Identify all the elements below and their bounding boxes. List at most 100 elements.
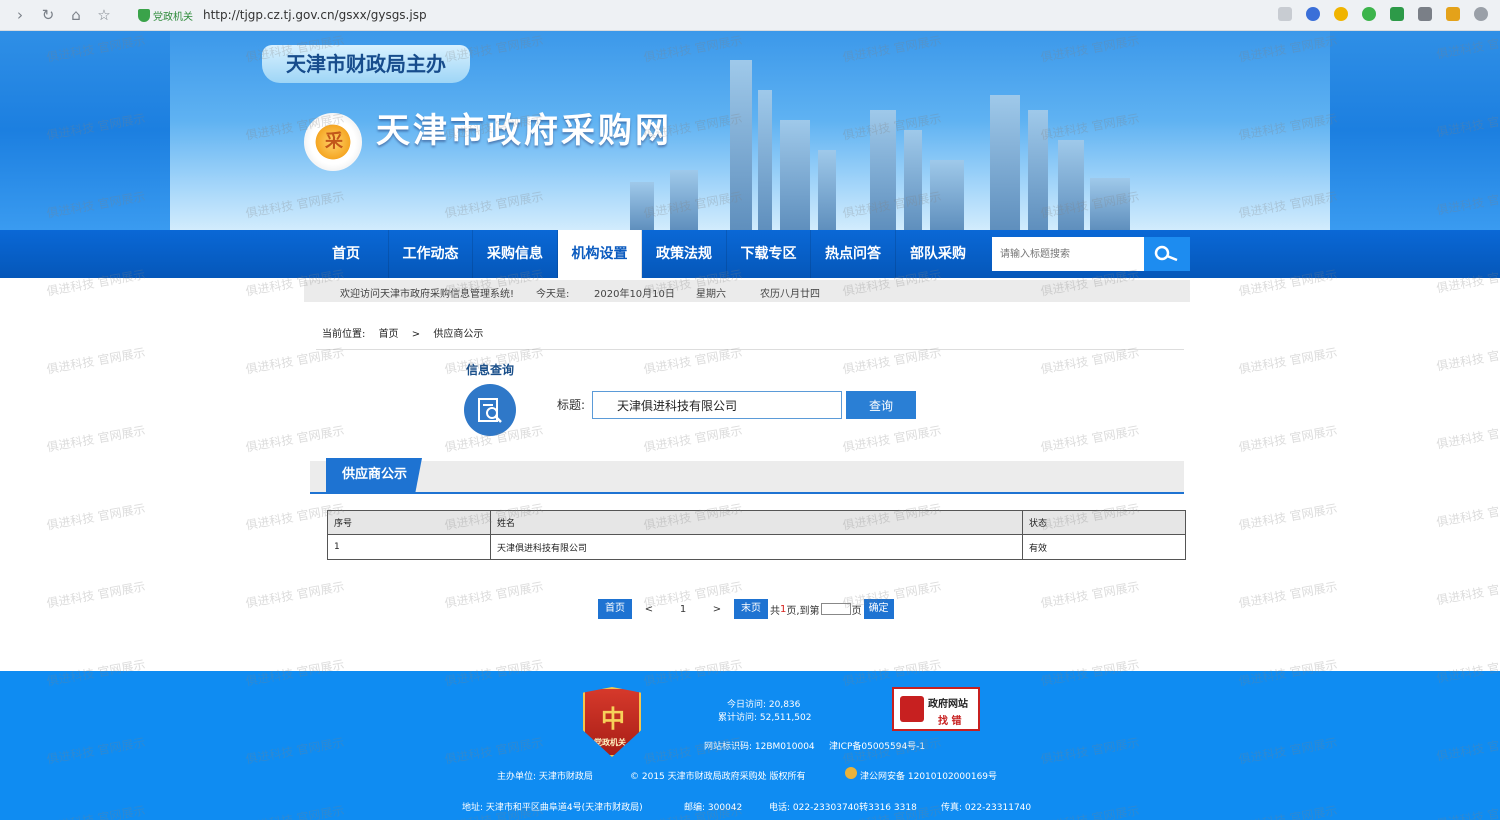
section-header-bar <box>310 461 1184 493</box>
nav-item-faq[interactable]: 热点问答 <box>811 230 896 278</box>
party-gov-badge-icon[interactable]: 中 党政机关 <box>583 687 641 757</box>
site-footer: 中 党政机关 今日访问: 20,836 累计访问: 52,511,502 政府网… <box>0 671 1500 820</box>
search-icon <box>1154 245 1178 262</box>
pagination: 首页 < 1 > 末页 共 1 页,到第 页 确定 <box>598 599 894 619</box>
undo-icon[interactable] <box>1474 7 1488 21</box>
watermark-text: 俱进科技 官网展示 <box>1435 424 1500 452</box>
nav-item-work-news[interactable]: 工作动态 <box>389 230 473 278</box>
watermark-text: 俱进科技 官网展示 <box>1237 579 1339 611</box>
watermark-text: 俱进科技 官网展示 <box>1435 580 1500 608</box>
scissors-icon[interactable] <box>1390 7 1404 21</box>
watermark-text: 俱进科技 官网展示 <box>443 579 545 611</box>
police-record[interactable]: 津公网安备 12010102000169号 <box>860 769 997 782</box>
column-header-index: 序号 <box>327 510 491 535</box>
refresh-icon[interactable]: ↻ <box>40 7 56 23</box>
gov-badge-line1: 政府网站 <box>928 699 968 710</box>
address-bar[interactable]: http://tjgp.cz.tj.gov.cn/gsxx/gysgs.jsp <box>203 8 427 22</box>
site-logo-icon: 采 <box>304 113 362 171</box>
host-unit: 主办单位: 天津市财政局 <box>497 772 593 782</box>
gov-site-badge-label: 党政机关 <box>153 11 193 23</box>
site-search-input[interactable] <box>992 237 1144 271</box>
site-id: 网站标识码: 12BM010004 <box>704 742 815 752</box>
today-label: 今天是: <box>536 289 570 300</box>
watermark-text: 俱进科技 官网展示 <box>1237 501 1339 533</box>
nav-items: 首页 工作动态 采购信息 机构设置 政策法规 下载专区 热点问答 部队采购 <box>304 230 980 278</box>
watermark-text: 俱进科技 官网展示 <box>244 579 346 611</box>
breadcrumb-separator: > <box>411 329 421 340</box>
icp-number[interactable]: 津ICP备05005594号-1 <box>829 739 925 752</box>
site-title: 天津市政府采购网 <box>376 111 672 151</box>
nav-item-procurement-info[interactable]: 采购信息 <box>473 230 558 278</box>
site-logo-char: 采 <box>325 131 343 152</box>
nav-item-military[interactable]: 部队采购 <box>896 230 980 278</box>
today-weekday: 星期六 <box>696 289 726 300</box>
watermark-text: 俱进科技 官网展示 <box>1237 345 1339 377</box>
nav-item-policy[interactable]: 政策法规 <box>642 230 727 278</box>
total-prefix: 共 <box>770 605 780 617</box>
home-icon[interactable]: ⌂ <box>68 7 84 23</box>
page-number[interactable]: 1 <box>666 604 700 615</box>
watermark-text: 俱进科技 官网展示 <box>1435 346 1500 374</box>
query-button[interactable]: 查询 <box>846 391 916 419</box>
table-row: 1 天津俱进科技有限公司 有效 <box>327 534 1186 560</box>
welcome-greeting: 欢迎访问天津市政府采购信息管理系统! <box>340 289 515 300</box>
party-badge-label: 党政机关 <box>594 738 626 747</box>
column-header-name: 姓名 <box>490 510 1023 535</box>
address: 地址: 天津市和平区曲阜道4号(天津市财政局) <box>462 803 643 813</box>
cell-name[interactable]: 天津俱进科技有限公司 <box>490 534 1023 560</box>
gov-badge-line2: 找 错 <box>938 716 962 727</box>
watermark-text: 俱进科技 官网展示 <box>45 579 147 611</box>
gamepad-icon[interactable] <box>1418 7 1432 21</box>
watermark-text: 俱进科技 官网展示 <box>45 345 147 377</box>
browser-toolbar: › ↻ ⌂ ☆ 党政机关 http://tjgp.cz.tj.gov.cn/gs… <box>0 0 1500 31</box>
first-page-button[interactable]: 首页 <box>598 599 632 619</box>
coin-icon[interactable] <box>1334 7 1348 21</box>
document-search-icon <box>464 384 516 436</box>
breadcrumb-current: 供应商公示 <box>433 329 484 340</box>
browser-extensions <box>1278 7 1488 21</box>
breadcrumb-label: 当前位置: <box>322 329 366 340</box>
gov-site-error-report-badge[interactable]: 政府网站 找 错 <box>892 687 980 731</box>
watermark-text: 俱进科技 官网展示 <box>1237 423 1339 455</box>
prev-page-button[interactable]: < <box>632 604 666 615</box>
phone: 电话: 022-23303740转3316 3318 <box>769 803 917 813</box>
watermark-text: 俱进科技 官网展示 <box>642 423 744 455</box>
star-icon[interactable]: ☆ <box>96 7 112 23</box>
breadcrumb-divider <box>316 349 1184 350</box>
confirm-button[interactable]: 确定 <box>863 599 894 619</box>
search-engine-icon[interactable] <box>1306 7 1320 21</box>
welcome-strip: 欢迎访问天津市政府采购信息管理系统! 今天是: 2020年10月10日 星期六 … <box>304 280 1190 302</box>
watermark-text: 俱进科技 官网展示 <box>244 423 346 455</box>
nav-item-organization[interactable]: 机构设置 <box>558 230 642 278</box>
forward-icon[interactable]: › <box>12 7 28 23</box>
site-banner: 天津市财政局主办 采 天津市政府采购网 <box>0 31 1500 230</box>
breadcrumb: 当前位置: 首页 > 供应商公示 <box>322 325 493 340</box>
section-underline <box>310 492 1184 494</box>
supplier-table: 序号 姓名 状态 1 天津俱进科技有限公司 有效 <box>327 510 1186 560</box>
magnifier-icon <box>900 696 924 722</box>
grid-icon[interactable] <box>1278 7 1292 21</box>
query-section-title: 信息查询 <box>466 363 515 377</box>
fax: 传真: 022-23311740 <box>941 803 1032 813</box>
next-page-button[interactable]: > <box>700 604 734 615</box>
query-title-input[interactable] <box>592 391 842 419</box>
today-visits: 今日访问: 20,836 <box>727 700 801 710</box>
puzzle-icon[interactable] <box>1446 7 1460 21</box>
nav-item-home[interactable]: 首页 <box>304 230 389 278</box>
tab-supplier-notice[interactable]: 供应商公示 <box>326 458 422 493</box>
goto-page-input[interactable] <box>820 603 851 615</box>
postcode: 邮编: 300042 <box>684 803 743 813</box>
total-suffix: 页,到第 <box>786 605 820 617</box>
nav-item-downloads[interactable]: 下载专区 <box>727 230 811 278</box>
site-search-button[interactable] <box>1144 237 1190 271</box>
watermark-text: 俱进科技 官网展示 <box>45 501 147 533</box>
breadcrumb-home[interactable]: 首页 <box>379 329 399 340</box>
watermark-text: 俱进科技 官网展示 <box>1039 579 1141 611</box>
page-suffix: 页 <box>851 605 862 617</box>
watermark-text: 俱进科技 官网展示 <box>1435 502 1500 530</box>
sponsor-label: 天津市财政局主办 <box>262 45 470 83</box>
translate-icon[interactable] <box>1362 7 1376 21</box>
gov-site-badge: 党政机关 <box>138 8 193 23</box>
last-page-button[interactable]: 末页 <box>734 599 768 619</box>
shield-icon <box>138 8 150 22</box>
